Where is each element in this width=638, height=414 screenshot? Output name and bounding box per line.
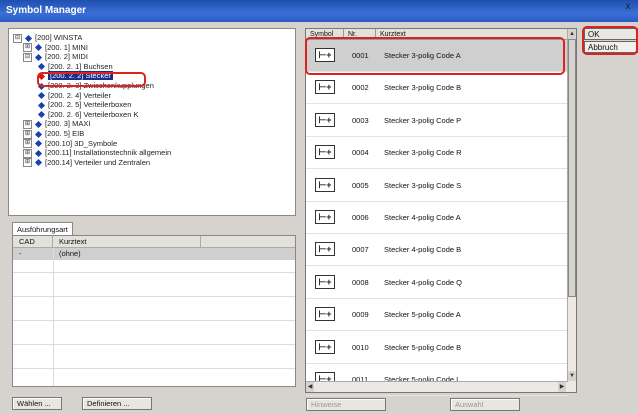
kurztext-cell: Stecker 5-polig Code A <box>384 310 461 320</box>
folder-diamond-icon <box>34 44 43 52</box>
kurztext-cell: Stecker 3-polig Code P <box>384 115 462 125</box>
table-row[interactable]: ⊢+ 0003 Stecker 3-polig Code P <box>306 105 568 137</box>
table-row[interactable]: ⊢+ 0004 Stecker 3-polig Code R <box>306 137 568 170</box>
folder-diamond-icon <box>34 159 43 167</box>
plug-symbol-icon: ⊢+ <box>315 145 335 160</box>
table-row[interactable]: ⊢+ 0008 Stecker 4-polig Code Q <box>306 267 568 299</box>
folder-diamond-icon <box>37 111 46 119</box>
cad-cell: - <box>19 249 22 258</box>
grid-line <box>13 344 295 345</box>
table-row[interactable]: ⊢+ 0002 Stecker 3-polig Code B <box>306 72 568 105</box>
grid-line <box>13 296 295 297</box>
variants-panel: Ausführungsart CAD Kurztext - (ohne) <box>8 220 296 392</box>
plug-symbol-icon: ⊢+ <box>315 339 335 354</box>
title-bar: Symbol Manager <box>0 0 638 22</box>
close-icon[interactable]: x <box>622 1 634 13</box>
highlight-ring-tree <box>37 72 146 87</box>
folder-diamond-icon <box>37 101 46 109</box>
nr-cell: 0009 <box>352 310 369 320</box>
kurztext-cell: Stecker 3-polig Code B <box>384 83 462 93</box>
hint-button[interactable]: Hinweise <box>306 398 386 411</box>
nr-cell: 0007 <box>352 245 369 255</box>
kurztext-cell: Stecker 4-polig Code Q <box>384 277 462 287</box>
plug-symbol-icon: ⊢+ <box>315 210 335 224</box>
folder-diamond-icon <box>34 53 43 61</box>
plug-symbol-icon: ⊢+ <box>315 307 335 322</box>
grid-line <box>13 320 295 321</box>
grid-line <box>13 272 295 273</box>
nr-cell: 0004 <box>352 148 369 158</box>
symbol-grid: Symbol Nr. Kurztext ⊢+ 0001 Stecker 3-poli… <box>305 28 577 396</box>
variants-grid: CAD Kurztext - (ohne) <box>12 235 296 387</box>
table-row[interactable]: ⊢+ 0007 Stecker 4-polig Code B <box>306 234 568 267</box>
horizontal-scrollbar[interactable]: ◀ ▶ <box>306 381 568 392</box>
tree-item[interactable]: ⊞ [200.14] Verteiler und Zentralen <box>23 157 150 168</box>
select-button[interactable]: Auswahl <box>450 398 520 411</box>
scroll-up-icon[interactable]: ▲ <box>568 29 576 39</box>
define-button[interactable]: Definieren ... <box>82 397 152 410</box>
column-header-blank <box>201 236 295 248</box>
nr-cell: 0008 <box>352 277 369 287</box>
tab-ausfuehrungsart[interactable]: Ausführungsart <box>12 222 73 236</box>
kurztext-cell: Stecker 4-polig Code B <box>384 245 462 255</box>
collapse-icon[interactable]: ⊟ <box>13 33 22 43</box>
tree-item-label: [200.14] Verteiler und Zentralen <box>45 157 151 167</box>
collapse-icon[interactable]: ⊟ <box>23 52 32 62</box>
choose-button[interactable]: Wählen ... <box>12 397 62 410</box>
grid-line <box>53 248 54 386</box>
plug-symbol-icon: ⊢+ <box>315 112 335 127</box>
highlight-ring-symbol <box>305 37 565 75</box>
table-row[interactable]: ⊢+ 0005 Stecker 3-polig Code S <box>306 170 568 202</box>
grid-line <box>13 368 295 369</box>
folder-diamond-icon <box>34 130 43 138</box>
nr-cell: 0003 <box>352 115 369 125</box>
scroll-right-icon[interactable]: ▶ <box>558 382 566 392</box>
nr-cell: 0010 <box>352 342 369 352</box>
table-row[interactable]: - (ohne) <box>13 248 295 260</box>
kurztext-cell: Stecker 4-polig Code A <box>384 213 461 222</box>
folder-diamond-icon <box>34 120 43 128</box>
category-tree: ⊟ [200] WINSTA ⊞ [200. 1] MINI ⊟ [200. 2] MID… <box>8 28 296 216</box>
table-row[interactable]: ⊢+ 0009 Stecker 5-polig Code A <box>306 299 568 332</box>
nr-cell: 0006 <box>352 213 369 222</box>
plug-symbol-icon: ⊢+ <box>315 177 335 192</box>
table-row[interactable]: ⊢+ 0010 Stecker 5-polig Code B <box>306 332 568 364</box>
plug-symbol-icon: ⊢+ <box>315 80 335 95</box>
folder-diamond-icon <box>34 140 43 148</box>
scroll-left-icon[interactable]: ◀ <box>306 382 314 392</box>
highlight-ring-buttons <box>582 26 638 55</box>
plug-symbol-icon: ⊢+ <box>315 242 335 257</box>
folder-diamond-icon <box>24 34 33 42</box>
kurztext-cell: Stecker 3-polig Code R <box>384 148 462 158</box>
expand-icon[interactable]: ⊞ <box>23 158 32 168</box>
folder-diamond-icon <box>34 149 43 157</box>
folder-diamond-icon <box>37 92 46 100</box>
kurztext-cell: Stecker 3-polig Code S <box>384 180 462 190</box>
kurztext-cell: (ohne) <box>59 249 81 258</box>
nr-cell: 0002 <box>352 83 369 93</box>
column-header-kurztext[interactable]: Kurztext <box>53 236 201 248</box>
vertical-scrollbar[interactable]: ▲ ▼ <box>567 29 576 392</box>
table-row[interactable]: ⊢+ 0006 Stecker 4-polig Code A <box>306 202 568 234</box>
scroll-thumb[interactable] <box>568 39 576 297</box>
column-header-cad[interactable]: CAD <box>13 236 53 248</box>
nr-cell: 0005 <box>352 180 369 190</box>
kurztext-cell: Stecker 5-polig Code B <box>384 342 462 352</box>
window-title: Symbol Manager <box>6 5 87 16</box>
plug-symbol-icon: ⊢+ <box>315 274 335 289</box>
scroll-down-icon[interactable]: ▼ <box>568 371 576 381</box>
folder-diamond-icon <box>37 63 46 71</box>
